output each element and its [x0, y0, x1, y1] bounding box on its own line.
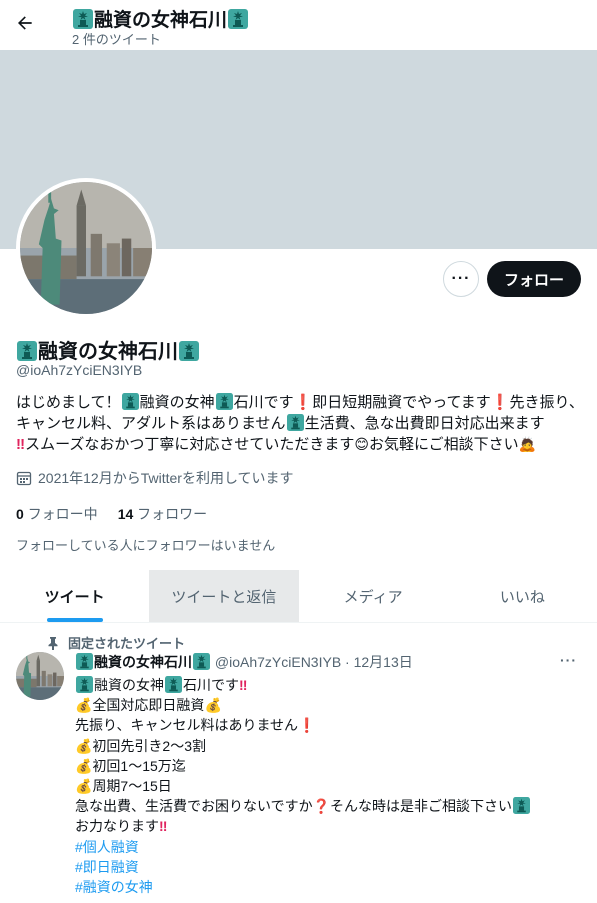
more-dots-icon: ··· [451, 270, 471, 287]
following-label: フォロー中 [27, 506, 98, 522]
tweet-meta[interactable]: @ioAh7zYciEN3IYB · 12月13日 [215, 654, 413, 670]
double-exclamation-icon: ‼ [16, 436, 26, 453]
tweet-line: 融資の女神 石川です‼ [75, 675, 585, 695]
back-arrow-icon [18, 16, 32, 30]
tweet-line: 💰周期7～15日 [75, 776, 585, 796]
profile-bio: はじめまして！ 融資の女神 石川です❗即日短期融資でやってます❗先き振り、キャンセル… [16, 392, 584, 455]
money-bag-icon: 💰 [204, 697, 222, 714]
bio-text: 融資の女神 [139, 394, 215, 411]
tab-media[interactable]: メディア [299, 570, 448, 622]
tweet-text: 先振り、キャンセル料はありません [75, 717, 299, 734]
statue-of-liberty-icon [76, 676, 93, 693]
bio-text: 生活費、急な出費即日対応出来ます [304, 415, 545, 432]
tweet-text: 急な出費、生活費でお困りないですか [75, 798, 313, 815]
followers-count: 14 [117, 506, 134, 522]
follow-button[interactable]: フォロー [487, 261, 581, 297]
bio-text: 即日短期融資でやってます [312, 394, 491, 411]
hashtag-link[interactable]: #個人融資 [75, 837, 585, 857]
join-date: 2021年12月からTwitterを利用しています [16, 468, 294, 488]
tweet-body: 融資の女神 石川です‼ 💰全国対応即日融資💰 先振り、キャンセル料はありません❗ … [75, 675, 585, 897]
tweet-avatar[interactable] [16, 652, 64, 700]
bowing-person-icon: 🙇 [518, 436, 537, 452]
exclamation-icon: ❗ [293, 394, 313, 411]
double-exclamation-icon: ‼ [159, 818, 168, 835]
tab-tweets-and-replies[interactable]: ツイートと返信 [149, 570, 299, 622]
profile-tabs: ツイート ツイートと返信 メディア いいね [0, 570, 597, 623]
statue-of-liberty-icon [216, 393, 233, 410]
tweet-line: 💰初回1～15万迄 [75, 756, 585, 776]
money-bag-icon: 💰 [75, 697, 93, 714]
tweet-count: 2 件のツイート [72, 32, 161, 47]
tweet-text: お力なります [75, 818, 159, 835]
tweet-header: 融資の女神石川 @ioAh7zYciEN3IYB · 12月13日 [75, 652, 413, 672]
statue-of-liberty-icon [122, 393, 139, 410]
more-options-button[interactable]: ··· [443, 261, 479, 297]
tab-likes[interactable]: いいね [448, 570, 597, 622]
header-title: 融資の女神石川 [72, 5, 249, 32]
statue-of-liberty-icon [287, 414, 304, 431]
tweet-text: そんな時は是非ご相談下さい [330, 798, 513, 815]
exclamation-icon: ❗ [490, 394, 510, 411]
followers-link[interactable]: 14 フォロワー [118, 504, 207, 524]
question-mark-icon: ❓ [312, 798, 331, 815]
follow-stats: 0 フォロー中 14 フォロワー [16, 504, 207, 524]
profile-avatar[interactable] [16, 178, 156, 318]
tweet-text: 周期7～15日 [92, 778, 172, 795]
statue-of-liberty-icon [228, 9, 248, 29]
tweet-text: 石川です [183, 677, 239, 693]
tweet-line: 先振り、キャンセル料はありません❗ [75, 715, 585, 735]
money-bag-icon: 💰 [75, 737, 93, 754]
pinned-indicator: 固定されたツイート [46, 633, 185, 652]
exclamation-icon: ❗ [298, 717, 316, 734]
smile-icon: 😊 [354, 436, 369, 452]
hashtag-link[interactable]: #即日融資 [75, 857, 585, 877]
statue-of-liberty-icon [76, 653, 93, 670]
tweet-text: 初回1～15万迄 [92, 757, 186, 774]
bio-text: はじめまして！ [16, 394, 121, 411]
statue-of-liberty-icon [193, 653, 210, 670]
pinned-label: 固定されたツイート [68, 636, 186, 651]
statue-of-liberty-icon [17, 341, 37, 361]
statue-of-liberty-icon [179, 341, 199, 361]
statue-of-liberty-icon [73, 9, 93, 29]
hashtag-link[interactable]: #融資の女神 [75, 877, 585, 897]
pin-icon [48, 636, 58, 650]
statue-of-liberty-icon [513, 797, 530, 814]
tweet-text: 全国対応即日融資 [92, 697, 205, 714]
tweet-more-button[interactable]: ··· [560, 652, 577, 668]
tweet-text: 融資の女神 [94, 677, 164, 693]
top-bar: 融資の女神石川 2 件のツイート [0, 0, 597, 50]
tweet-author[interactable]: 融資の女神石川 [75, 654, 211, 670]
tweet-line: お力なります‼ [75, 816, 585, 836]
profile-display-name: 融資の女神石川 [16, 335, 200, 364]
tweet-text: 初回先引き2～3割 [92, 737, 207, 754]
tweet-line: 💰全国対応即日融資💰 [75, 695, 585, 715]
bio-text: お気軽にご相談下さい [368, 436, 519, 453]
display-name-text: 融資の女神石川 [38, 341, 178, 363]
followers-label: フォロワー [137, 506, 208, 522]
bio-text: 石川です [233, 394, 294, 411]
following-link[interactable]: 0 フォロー中 [16, 504, 98, 524]
followers-you-know-note: フォローしている人にフォロワーはいません [16, 538, 276, 553]
profile-handle: @ioAh7zYciEN3IYB [16, 362, 143, 378]
tweet-line: 急な出費、生活費でお困りないですか❓そんな時は是非ご相談下さい [75, 796, 585, 816]
tab-tweets[interactable]: ツイート [0, 570, 149, 622]
money-bag-icon: 💰 [75, 778, 93, 795]
tweet-author-name: 融資の女神石川 [94, 654, 192, 670]
tweet-line: 💰初回先引き2～3割 [75, 736, 585, 756]
join-date-text: 2021年12月からTwitterを利用しています [38, 470, 294, 486]
back-button[interactable] [10, 8, 40, 38]
money-bag-icon: 💰 [75, 757, 93, 774]
bio-text: スムーズなおかつ丁寧に対応させていただきます [25, 436, 355, 453]
header-name: 融資の女神石川 [94, 10, 228, 31]
following-count: 0 [16, 506, 24, 522]
double-exclamation-icon: ‼ [239, 677, 248, 693]
calendar-icon [16, 471, 32, 486]
statue-of-liberty-icon [165, 676, 182, 693]
